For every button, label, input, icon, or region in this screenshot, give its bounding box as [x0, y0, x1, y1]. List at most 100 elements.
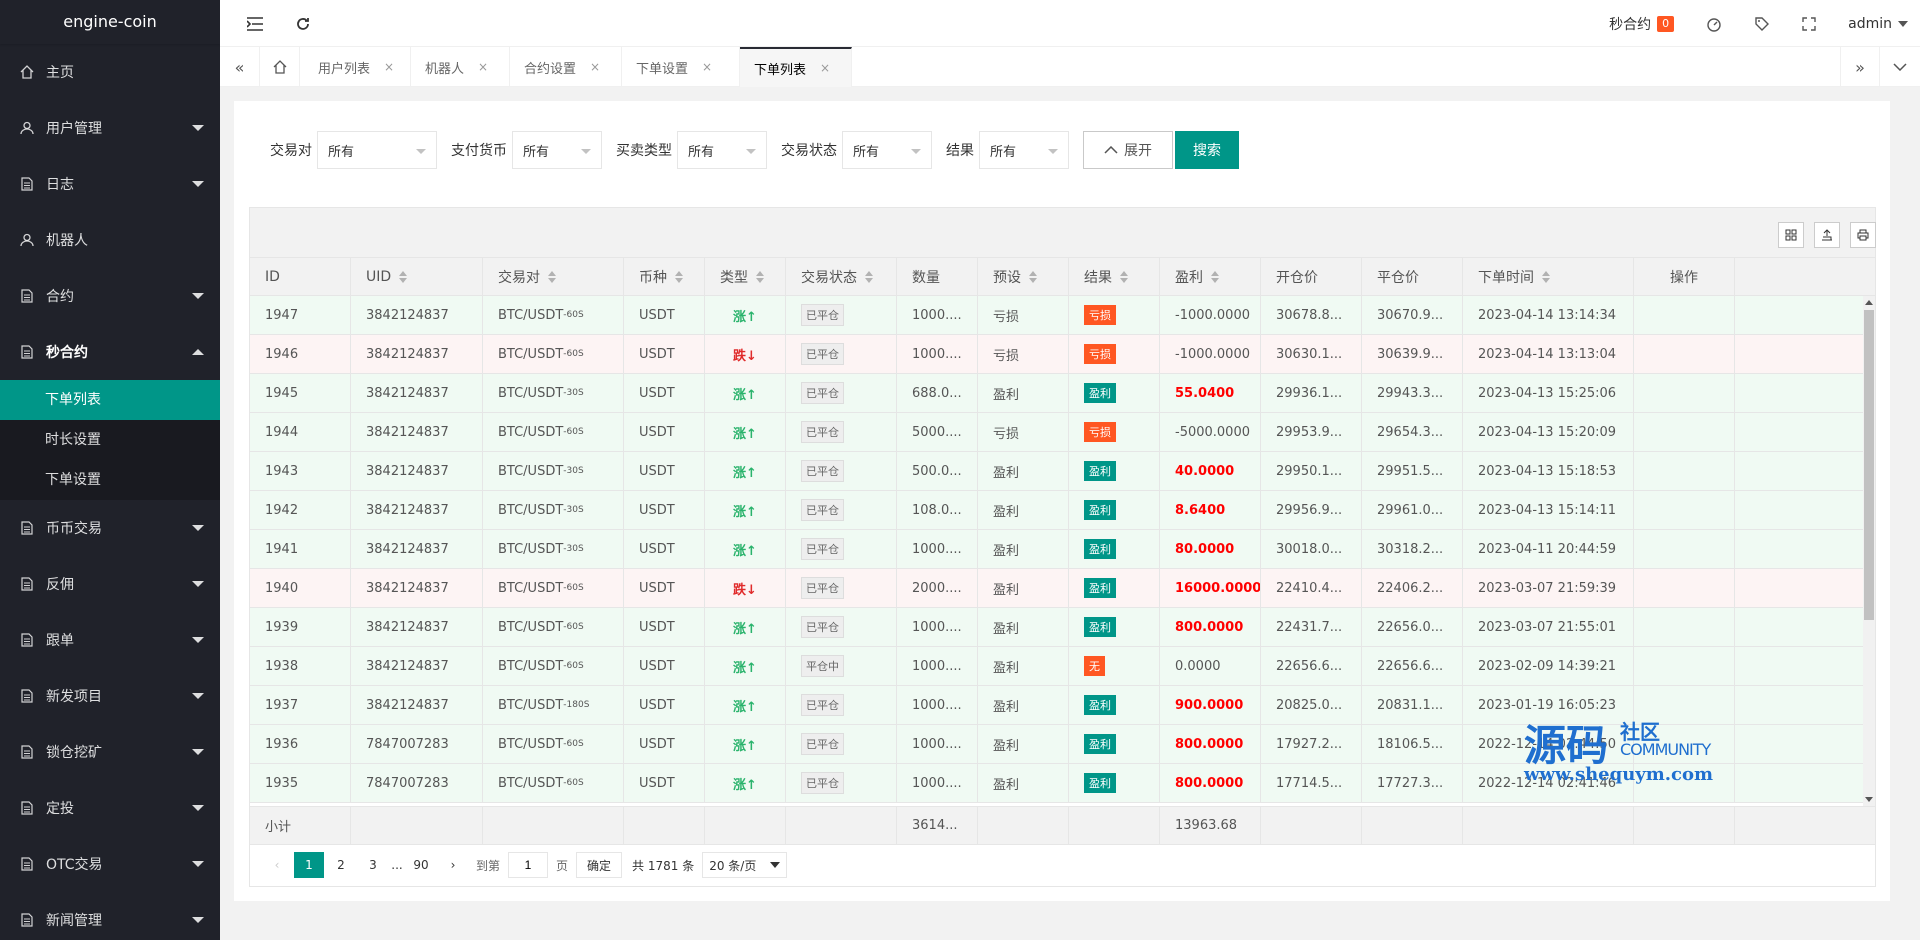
- tab[interactable]: 下单列表 ×: [740, 47, 852, 87]
- home-tab-icon[interactable]: [260, 47, 300, 87]
- scroll-down-icon[interactable]: [1865, 797, 1873, 802]
- currency-select[interactable]: 所有: [512, 131, 602, 169]
- table-cell: 涨↑: [705, 725, 786, 763]
- sidebar-item[interactable]: 定投: [0, 780, 220, 836]
- expand-button[interactable]: 展开: [1083, 131, 1173, 169]
- column-header[interactable]: 交易对: [483, 258, 624, 295]
- scroll-thumb[interactable]: [1864, 310, 1874, 620]
- sidebar-item[interactable]: 反佣: [0, 556, 220, 612]
- column-header[interactable]: 盈利: [1160, 258, 1261, 295]
- sidebar-item[interactable]: 秒合约: [0, 324, 220, 380]
- per-page-select[interactable]: 20 条/页: [702, 852, 788, 878]
- print-icon[interactable]: [1850, 222, 1876, 248]
- table-row[interactable]: 1944 3842124837 BTC/USDT -60S USDT 涨↑ 已平仓 5000.…: [250, 413, 1875, 452]
- cell-type: 涨↑: [733, 387, 757, 403]
- table-row[interactable]: 1935 7847007283 BTC/USDT -60S USDT 涨↑ 已平仓 1000.…: [250, 764, 1875, 803]
- table-cell: 17714.5...: [1261, 764, 1362, 802]
- pair-select[interactable]: 所有: [317, 131, 437, 169]
- goto-confirm-button[interactable]: 确定: [576, 852, 623, 878]
- sidebar-subitem[interactable]: 下单设置: [0, 460, 220, 500]
- sidebar-item[interactable]: OTC交易: [0, 836, 220, 892]
- table-row[interactable]: 1936 7847007283 BTC/USDT -60S USDT 涨↑ 已平仓 1000.…: [250, 725, 1875, 764]
- column-header[interactable]: 预设: [978, 258, 1069, 295]
- sidebar-item[interactable]: 新闻管理: [0, 892, 220, 940]
- sidebar-item[interactable]: 合约: [0, 268, 220, 324]
- table-scrollbar[interactable]: [1863, 296, 1875, 806]
- sort-icon[interactable]: [1542, 270, 1552, 283]
- sidebar-item[interactable]: 主页: [0, 44, 220, 100]
- tabs-scroll-right-icon[interactable]: »: [1840, 47, 1880, 87]
- tabs-menu-icon[interactable]: [1880, 47, 1920, 87]
- sidebar-item[interactable]: 币币交易: [0, 500, 220, 556]
- column-header[interactable]: UID: [351, 258, 483, 295]
- notice-badge: 0: [1657, 15, 1675, 32]
- scroll-up-icon[interactable]: [1865, 300, 1873, 305]
- close-icon[interactable]: ×: [478, 60, 488, 74]
- tabs-scroll-left-icon[interactable]: «: [220, 47, 260, 87]
- tab[interactable]: 合约设置 ×: [510, 47, 622, 87]
- column-header[interactable]: 类型: [705, 258, 786, 295]
- close-icon[interactable]: ×: [820, 61, 830, 75]
- column-header[interactable]: 下单时间: [1463, 258, 1634, 295]
- page-number[interactable]: 90: [406, 852, 436, 878]
- table-row[interactable]: 1941 3842124837 BTC/USDT -30S USDT 涨↑ 已平仓 1000.…: [250, 530, 1875, 569]
- table-row[interactable]: 1940 3842124837 BTC/USDT -60S USDT 跌↓ 已平仓 2000.…: [250, 569, 1875, 608]
- sort-icon[interactable]: [548, 270, 558, 283]
- sort-icon[interactable]: [1029, 270, 1039, 283]
- close-icon[interactable]: ×: [702, 60, 712, 74]
- status-select[interactable]: 所有: [842, 131, 932, 169]
- export-icon[interactable]: [1814, 222, 1840, 248]
- close-icon[interactable]: ×: [384, 60, 394, 74]
- table-row[interactable]: 1946 3842124837 BTC/USDT -60S USDT 跌↓ 已平仓 1000.…: [250, 335, 1875, 374]
- table-cell: 8.6400: [1160, 491, 1261, 529]
- prev-page-icon[interactable]: ‹: [262, 852, 292, 878]
- page-number[interactable]: 3: [358, 852, 388, 878]
- table-row[interactable]: 1945 3842124837 BTC/USDT -30S USDT 涨↑ 已平仓 688.0…: [250, 374, 1875, 413]
- column-header[interactable]: 结果: [1069, 258, 1160, 295]
- notice-item[interactable]: 秒合约 0: [1593, 0, 1690, 47]
- table-row[interactable]: 1942 3842124837 BTC/USDT -30S USDT 涨↑ 已平仓 108.0…: [250, 491, 1875, 530]
- sidebar-subitem[interactable]: 时长设置: [0, 420, 220, 460]
- theme-icon[interactable]: [1690, 0, 1738, 47]
- search-button[interactable]: 搜索: [1175, 131, 1239, 169]
- close-icon[interactable]: ×: [590, 60, 600, 74]
- sidebar-item[interactable]: 新发项目: [0, 668, 220, 724]
- result-select[interactable]: 所有: [979, 131, 1069, 169]
- cell-uid: 3842124837: [366, 658, 449, 674]
- table-row[interactable]: 1937 3842124837 BTC/USDT -180S USDT 涨↑ 已平仓 1000…: [250, 686, 1875, 725]
- sort-icon[interactable]: [675, 270, 685, 283]
- sidebar-item[interactable]: 跟单: [0, 612, 220, 668]
- tab[interactable]: 机器人 ×: [411, 47, 510, 87]
- sidebar-item[interactable]: 日志: [0, 156, 220, 212]
- doc-icon: [20, 745, 34, 759]
- tab[interactable]: 下单设置 ×: [622, 47, 740, 87]
- table-row[interactable]: 1947 3842124837 BTC/USDT -60S USDT 涨↑ 已平仓 1000.…: [250, 296, 1875, 335]
- sort-icon[interactable]: [756, 270, 766, 283]
- sort-icon[interactable]: [399, 270, 409, 283]
- table-row[interactable]: 1938 3842124837 BTC/USDT -60S USDT 涨↑ 平仓中 1000.…: [250, 647, 1875, 686]
- columns-icon[interactable]: [1778, 222, 1804, 248]
- tab[interactable]: 用户列表 ×: [300, 47, 411, 87]
- next-page-icon[interactable]: ›: [438, 852, 468, 878]
- menu-toggle-icon[interactable]: [240, 0, 270, 47]
- sort-icon[interactable]: [1211, 270, 1221, 283]
- sort-icon[interactable]: [1120, 270, 1130, 283]
- page-number[interactable]: 2: [326, 852, 356, 878]
- column-header[interactable]: 币种: [624, 258, 705, 295]
- sidebar-item[interactable]: 机器人: [0, 212, 220, 268]
- goto-page-input[interactable]: [508, 852, 549, 878]
- table-row[interactable]: 1943 3842124837 BTC/USDT -30S USDT 涨↑ 已平仓 500.0…: [250, 452, 1875, 491]
- tag-icon[interactable]: [1738, 0, 1786, 47]
- sidebar-item[interactable]: 用户管理: [0, 100, 220, 156]
- cell-qty: 688.0...: [912, 385, 962, 401]
- user-menu[interactable]: admin: [1832, 0, 1920, 47]
- sort-icon[interactable]: [865, 270, 875, 283]
- column-header[interactable]: 交易状态: [786, 258, 897, 295]
- page-number[interactable]: 1: [294, 852, 324, 878]
- refresh-icon[interactable]: [288, 0, 318, 47]
- type-select[interactable]: 所有: [677, 131, 767, 169]
- table-row[interactable]: 1939 3842124837 BTC/USDT -60S USDT 涨↑ 已平仓 1000.…: [250, 608, 1875, 647]
- fullscreen-icon[interactable]: [1786, 0, 1832, 47]
- sidebar-item[interactable]: 锁仓挖矿: [0, 724, 220, 780]
- sidebar-subitem[interactable]: 下单列表: [0, 380, 220, 420]
